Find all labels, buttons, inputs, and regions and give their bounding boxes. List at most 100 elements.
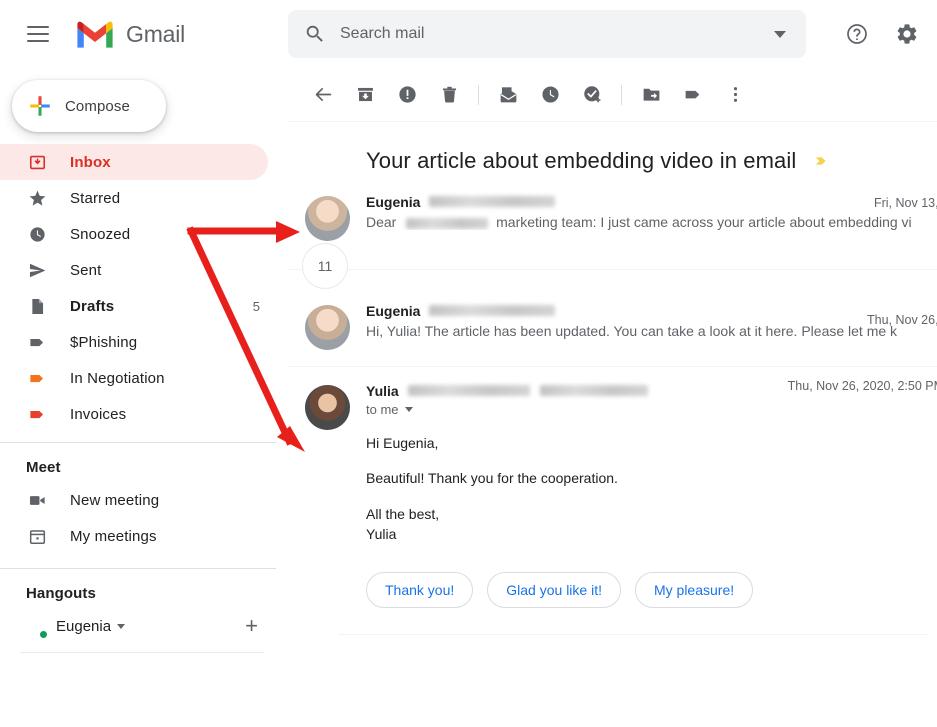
message-snippet: Dear marketing team: I just came across …: [366, 214, 937, 230]
hangouts-user-row[interactable]: Eugenia +: [0, 608, 288, 644]
add-to-tasks-button[interactable]: [571, 74, 613, 116]
show-search-options-icon[interactable]: [760, 30, 800, 38]
toolbar-separator: [478, 84, 479, 105]
sidebar-item-snoozed[interactable]: Snoozed: [0, 216, 288, 252]
message-header-line: Eugenia: [366, 194, 937, 210]
chevron-down-icon[interactable]: [404, 407, 413, 412]
archive-button[interactable]: [344, 74, 386, 116]
draft-icon: [26, 297, 48, 316]
clock-icon: [26, 225, 48, 244]
collapsed-messages-row[interactable]: 11: [288, 241, 937, 297]
gmail-logo-icon: [77, 21, 113, 48]
mark-unread-button[interactable]: [487, 74, 529, 116]
sidebar-nav-list: Inbox Starred Snoozed Sent Drafts 5 $Phi…: [0, 144, 288, 432]
sidebar-item-invoices[interactable]: Invoices: [0, 396, 288, 432]
hangouts-section-title: Hangouts: [26, 585, 96, 602]
thread-message-collapsed[interactable]: Eugenia Dear marketing team: I just came…: [288, 180, 937, 241]
hangouts-user-name: Eugenia: [56, 617, 112, 635]
message-header-line: Eugenia: [366, 303, 937, 319]
collapsed-divider: [288, 269, 937, 270]
bottom-divider: [338, 634, 927, 636]
compose-button[interactable]: Compose: [12, 80, 166, 132]
sidebar-item-label: New meeting: [70, 491, 160, 509]
smart-reply-my-pleasure-button[interactable]: My pleasure!: [634, 572, 754, 609]
recipients-line[interactable]: to me: [366, 402, 937, 417]
back-to-inbox-button[interactable]: [302, 74, 344, 116]
delete-button[interactable]: [428, 74, 470, 116]
avatar-column: [288, 383, 366, 544]
collapsed-message-count[interactable]: 11: [302, 243, 348, 289]
meet-section-title: Meet: [26, 459, 61, 476]
support-button[interactable]: [835, 12, 879, 56]
chevron-down-icon[interactable]: [117, 623, 126, 629]
signature-line: All the best, Yulia: [366, 505, 440, 542]
sender-name: Eugenia: [366, 303, 421, 319]
label-icon: [26, 369, 48, 388]
sidebar-item-starred[interactable]: Starred: [0, 180, 288, 216]
sidebar-item-new-meeting[interactable]: New meeting: [0, 482, 288, 518]
message-content: Hi Eugenia, Beautiful! Thank you for the…: [366, 433, 937, 544]
redacted-sender-lastname: [407, 385, 530, 396]
message-snippet: Hi, Yulia! The article has been updated.…: [366, 323, 898, 339]
sidebar-item-label: Drafts: [70, 297, 115, 315]
brand-title: Gmail: [126, 20, 186, 47]
sidebar-item-my-meetings[interactable]: My meetings: [0, 518, 288, 554]
gmail-brand[interactable]: Gmail: [74, 18, 185, 50]
hamburger-menu-icon[interactable]: [14, 10, 62, 58]
sidebar-item-label: My meetings: [70, 527, 157, 545]
sidebar-item-label: $Phishing: [70, 333, 138, 351]
message-date: Thu, Nov 26, 2020, 2:50 PM: [787, 379, 937, 393]
page-title: Your article about embedding video in em…: [366, 148, 797, 173]
email-toolbar: [288, 68, 937, 122]
search-bar[interactable]: [288, 10, 806, 58]
thread-message-expanded: Yulia to me Thu, Nov 26, 2020, 2:50 PM H…: [288, 367, 937, 544]
sidebar: Compose Inbox Starred Snoozed Sent Draft…: [0, 68, 288, 727]
search-icon: [304, 23, 326, 45]
label-icon: [26, 405, 48, 424]
search-input[interactable]: [340, 25, 760, 43]
snippet-rest: marketing team: I just came across your …: [496, 214, 912, 230]
message-body: Eugenia Hi, Yulia! The article has been …: [366, 303, 937, 350]
sidebar-item-drafts[interactable]: Drafts 5: [0, 288, 288, 324]
redacted-email-address: [429, 196, 556, 207]
avatar: [304, 305, 350, 350]
sidebar-item-inbox[interactable]: Inbox: [0, 144, 268, 180]
move-to-button[interactable]: [630, 74, 672, 116]
add-hangout-plus-icon[interactable]: +: [245, 615, 258, 637]
plus-icon: [30, 96, 50, 116]
online-status-dot: [39, 630, 48, 639]
sidebar-item-label: In Negotiation: [70, 369, 165, 387]
smart-reply-thank-you-button[interactable]: Thank you!: [366, 572, 474, 609]
send-icon: [26, 261, 48, 280]
message-body: Eugenia Dear marketing team: I just came…: [366, 194, 937, 241]
report-spam-button[interactable]: [386, 74, 428, 116]
snooze-button[interactable]: [529, 74, 571, 116]
sidebar-item-sent[interactable]: Sent: [0, 252, 288, 288]
video-camera-icon: [26, 491, 48, 510]
header-actions: [835, 12, 929, 56]
body-line: Beautiful! Thank you for the cooperation…: [366, 470, 618, 487]
sidebar-item-in-negotiation[interactable]: In Negotiation: [0, 360, 288, 396]
labels-button[interactable]: [672, 74, 714, 116]
message-date: Thu, Nov 26, 2: [867, 313, 937, 327]
label-icon[interactable]: [810, 151, 830, 171]
compose-label: Compose: [65, 97, 130, 115]
message-body: Yulia to me Thu, Nov 26, 2020, 2:50 PM H…: [366, 379, 937, 544]
smart-reply-glad-you-like-it-button[interactable]: Glad you like it!: [487, 572, 621, 609]
thread-subject-row: Your article about embedding video in em…: [288, 122, 937, 180]
sidebar-item-label: Sent: [70, 261, 102, 279]
drafts-count: 5: [252, 298, 260, 314]
hangouts-divider: [20, 652, 264, 653]
message-date: Fri, Nov 13, 2: [873, 196, 937, 210]
sidebar-item-phishing[interactable]: $Phishing: [0, 324, 288, 360]
recipients-text: to me: [366, 402, 399, 417]
settings-button[interactable]: [885, 12, 929, 56]
more-options-button[interactable]: [714, 74, 756, 116]
avatar-column: [288, 194, 366, 241]
email-thread-pane: Your article about embedding video in em…: [288, 68, 937, 727]
avatar: [22, 614, 48, 639]
thread-message-collapsed[interactable]: Eugenia Hi, Yulia! The article has been …: [288, 297, 937, 350]
sender-name: Yulia: [366, 383, 399, 399]
toolbar-separator-2: [621, 84, 622, 105]
sidebar-item-label: Starred: [70, 189, 121, 207]
